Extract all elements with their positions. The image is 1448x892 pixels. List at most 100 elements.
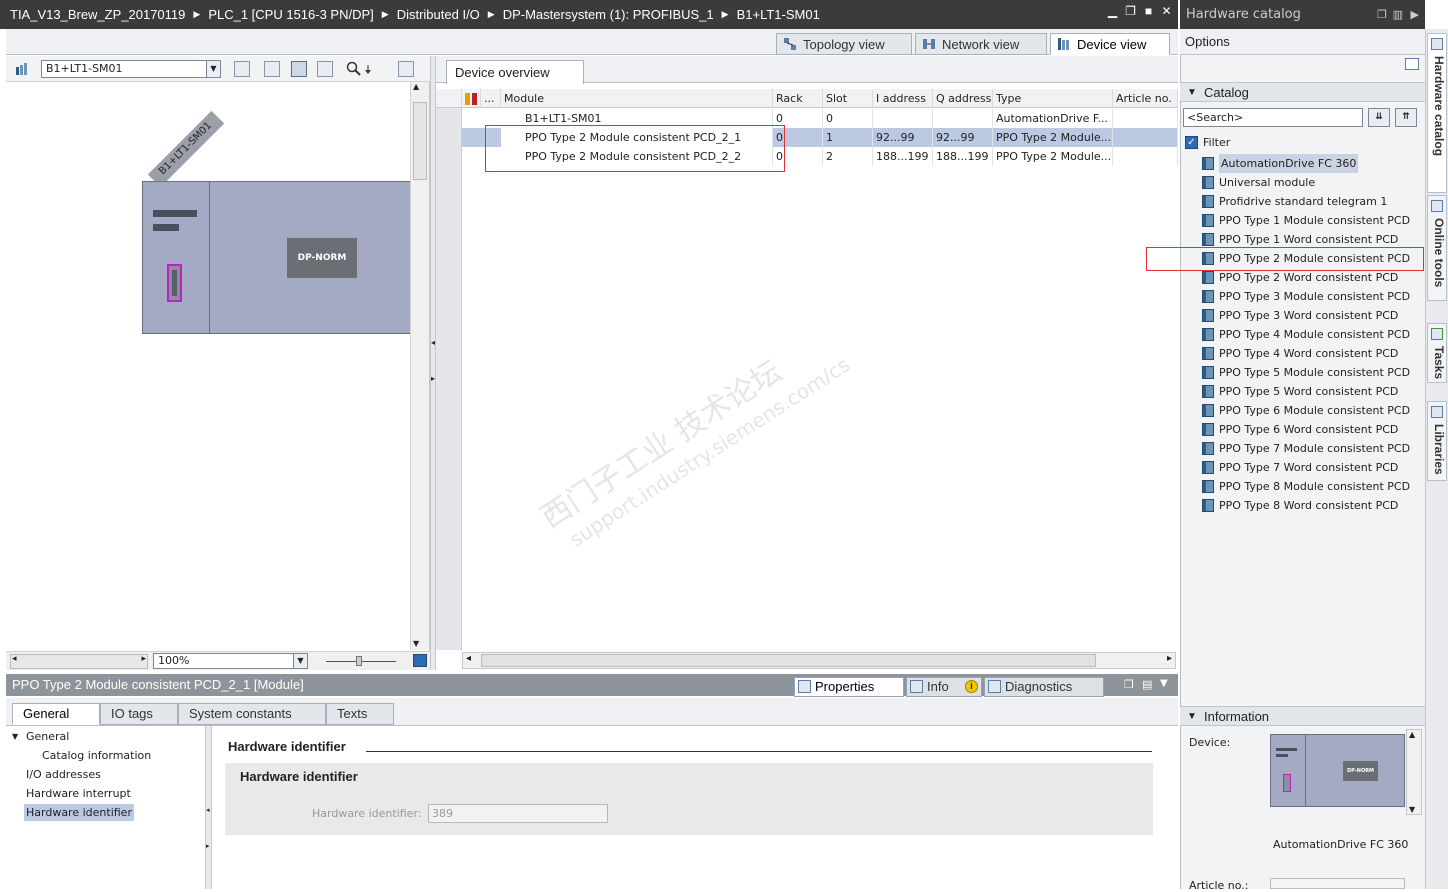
- header-article[interactable]: Article no.: [1113, 89, 1178, 108]
- zoom-select[interactable]: 100% ▼: [153, 653, 308, 669]
- zoom-icon[interactable]: [346, 61, 362, 77]
- scroll-right-icon[interactable]: ▸: [1167, 653, 1172, 664]
- header-more[interactable]: ...: [481, 89, 501, 108]
- scroll-down-icon[interactable]: ▼: [1409, 805, 1415, 814]
- device-select[interactable]: B1+LT1-SM01 ▼: [41, 60, 221, 78]
- header-filter-icon[interactable]: [462, 89, 481, 108]
- scroll-up-icon[interactable]: ▲: [413, 82, 419, 91]
- catalog-item[interactable]: PPO Type 5 Word consistent PCD: [1202, 382, 1398, 401]
- expand-right-icon[interactable]: ▸: [206, 842, 210, 850]
- list-icon[interactable]: [234, 61, 250, 77]
- chevron-down-icon[interactable]: ▼: [206, 61, 220, 77]
- scroll-down-icon[interactable]: ▼: [413, 639, 419, 648]
- search-down-button[interactable]: ⇊: [1368, 108, 1390, 127]
- chevron-down-icon[interactable]: ▼: [1160, 678, 1168, 689]
- crumb-plc[interactable]: PLC_1 [CPU 1516-3 PN/DP]: [208, 7, 373, 22]
- canvas-horizontal-scrollbar[interactable]: ◂ ▸: [10, 654, 148, 669]
- catalog-item[interactable]: PPO Type 8 Module consistent PCD: [1202, 477, 1410, 496]
- download-icon[interactable]: [363, 61, 373, 77]
- header-module[interactable]: Module: [501, 89, 773, 108]
- name-icon[interactable]: [264, 61, 280, 77]
- catalog-item[interactable]: PPO Type 4 Module consistent PCD: [1202, 325, 1410, 344]
- overview-horizontal-scrollbar[interactable]: ◂ ▸: [462, 652, 1176, 669]
- crumb-project[interactable]: TIA_V13_Brew_ZP_20170119: [10, 7, 185, 22]
- tab-topology-view[interactable]: Topology view: [776, 33, 912, 55]
- dp-norm-module[interactable]: DP-NORM: [287, 238, 357, 278]
- navigator-icon[interactable]: [413, 654, 427, 667]
- maximize-icon[interactable]: ■: [1143, 5, 1154, 17]
- device-rack[interactable]: DP-NORM: [142, 181, 412, 334]
- tab-general[interactable]: General: [12, 703, 100, 725]
- canvas-vertical-scrollbar[interactable]: ▲ ▼: [410, 82, 429, 650]
- scroll-up-icon[interactable]: ▲: [1409, 730, 1415, 739]
- catalog-item[interactable]: PPO Type 3 Module consistent PCD: [1202, 287, 1410, 306]
- catalog-item[interactable]: PPO Type 4 Word consistent PCD: [1202, 344, 1398, 363]
- collapse-left-icon[interactable]: ◂: [431, 338, 435, 347]
- search-up-button[interactable]: ⇈: [1395, 108, 1417, 127]
- nav-catalog-information[interactable]: Catalog information: [42, 747, 151, 764]
- crumb-dp-master[interactable]: DP-Mastersystem (1): PROFIBUS_1: [503, 7, 714, 22]
- catalog-item[interactable]: AutomationDrive FC 360: [1202, 154, 1359, 173]
- nav-io-addresses[interactable]: I/O addresses: [26, 766, 101, 783]
- expand-right-icon[interactable]: ▸: [431, 374, 435, 383]
- catalog-item[interactable]: Profidrive standard telegram 1: [1202, 192, 1387, 211]
- tab-system-constants[interactable]: System constants: [178, 703, 326, 725]
- device-canvas[interactable]: B1+LT1-SM01 DP-NORM: [6, 82, 412, 650]
- info-scrollbar[interactable]: ▲ ▼: [1406, 729, 1422, 815]
- catalog-search-input[interactable]: <Search>: [1183, 108, 1363, 127]
- tab-info[interactable]: Info i: [906, 677, 982, 697]
- scroll-left-icon[interactable]: ◂: [466, 653, 471, 664]
- device-name-tag[interactable]: B1+LT1-SM01: [147, 110, 225, 188]
- catalog-item[interactable]: PPO Type 7 Module consistent PCD: [1202, 439, 1410, 458]
- collapse-right-icon[interactable]: ▶: [1411, 0, 1419, 29]
- tab-device-overview[interactable]: Device overview: [446, 60, 584, 84]
- side-tab-libraries[interactable]: Libraries: [1427, 401, 1447, 481]
- nav-hardware-interrupt[interactable]: Hardware interrupt: [26, 785, 131, 802]
- catalog-item[interactable]: PPO Type 3 Word consistent PCD: [1202, 306, 1398, 325]
- nav-hardware-identifier[interactable]: Hardware identifier: [24, 804, 134, 821]
- pencil-icon[interactable]: [291, 61, 307, 77]
- head-module[interactable]: [143, 182, 210, 333]
- header-q-address[interactable]: Q address: [933, 89, 993, 108]
- options-header[interactable]: Options: [1180, 29, 1425, 55]
- tab-device-view[interactable]: Device view: [1050, 33, 1170, 55]
- scroll-thumb[interactable]: [481, 654, 1096, 667]
- float-icon[interactable]: ❐: [1125, 5, 1136, 17]
- maximize-icon[interactable]: ▤: [1142, 678, 1152, 691]
- catalog-item[interactable]: PPO Type 5 Module consistent PCD: [1202, 363, 1410, 382]
- filter-checkbox[interactable]: ✓: [1185, 136, 1198, 149]
- chevron-down-icon[interactable]: ▼: [1187, 83, 1197, 102]
- grid-icon[interactable]: [317, 61, 333, 77]
- collapse-left-icon[interactable]: ◂: [206, 806, 210, 814]
- tab-diagnostics[interactable]: Diagnostics: [984, 677, 1104, 697]
- options-panel-icon[interactable]: [1405, 58, 1419, 70]
- catalog-item[interactable]: Universal module: [1202, 173, 1315, 192]
- float-icon[interactable]: ❐: [1377, 0, 1387, 29]
- close-icon[interactable]: ✕: [1161, 5, 1172, 17]
- catalog-item[interactable]: PPO Type 1 Module consistent PCD: [1202, 211, 1410, 230]
- zoom-slider-thumb[interactable]: [356, 656, 362, 666]
- tab-texts[interactable]: Texts: [326, 703, 394, 725]
- side-tab-online-tools[interactable]: Online tools: [1427, 195, 1447, 301]
- catalog-item[interactable]: PPO Type 7 Word consistent PCD: [1202, 458, 1398, 477]
- catalog-item[interactable]: PPO Type 8 Word consistent PCD: [1202, 496, 1398, 515]
- overview-panel-icon[interactable]: [398, 61, 414, 77]
- side-tab-tasks[interactable]: Tasks: [1427, 323, 1447, 383]
- minimize-icon[interactable]: ▁: [1107, 5, 1118, 17]
- header-slot[interactable]: Slot: [823, 89, 873, 108]
- catalog-section-header[interactable]: ▼ Catalog: [1180, 82, 1425, 102]
- header-i-address[interactable]: I address: [873, 89, 933, 108]
- tab-io-tags[interactable]: IO tags: [100, 703, 178, 725]
- scroll-left-icon[interactable]: ◂: [12, 654, 17, 664]
- chevron-down-icon[interactable]: ▼: [293, 654, 307, 668]
- scroll-right-icon[interactable]: ▸: [141, 654, 146, 664]
- crumb-device[interactable]: B1+LT1-SM01: [737, 7, 820, 22]
- crumb-distributed-io[interactable]: Distributed I/O: [397, 7, 480, 22]
- device-tree-icon[interactable]: [14, 61, 30, 77]
- catalog-item[interactable]: PPO Type 6 Word consistent PCD: [1202, 420, 1398, 439]
- pin-icon[interactable]: ▥: [1393, 0, 1403, 29]
- tab-properties[interactable]: Properties: [794, 677, 904, 697]
- float-icon[interactable]: ❐: [1124, 678, 1134, 691]
- catalog-item[interactable]: PPO Type 6 Module consistent PCD: [1202, 401, 1410, 420]
- header-rack[interactable]: Rack: [773, 89, 823, 108]
